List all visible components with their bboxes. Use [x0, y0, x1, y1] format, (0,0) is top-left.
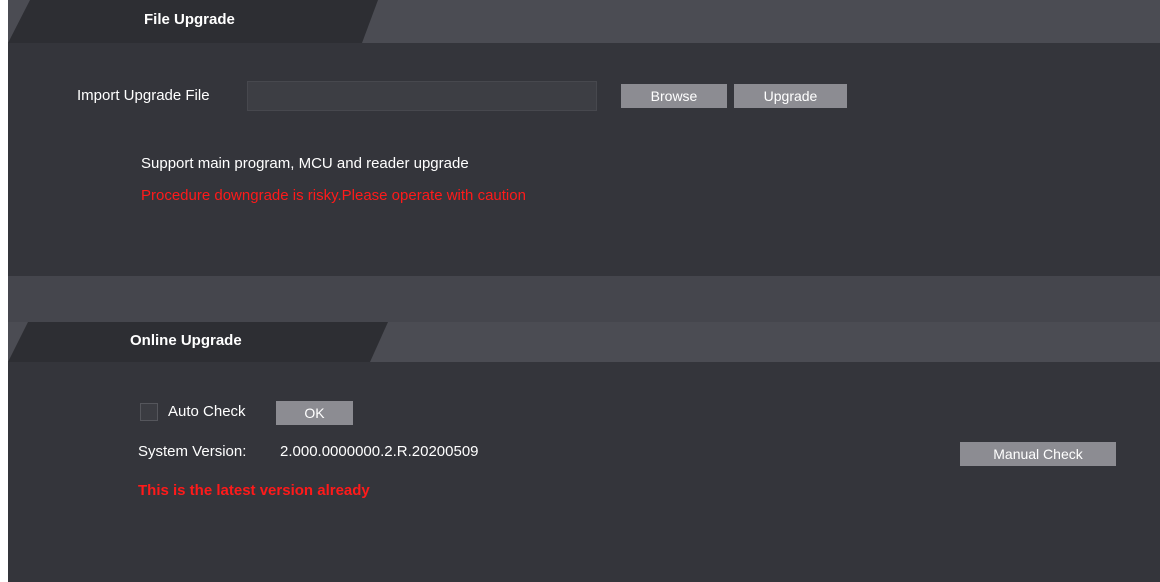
downgrade-warning-text: Procedure downgrade is risky.Please oper…	[141, 187, 526, 204]
upgrade-file-path-input[interactable]	[247, 81, 597, 111]
system-version-label: System Version:	[138, 443, 247, 460]
upgrade-page: File Upgrade Import Upgrade File Browse …	[0, 0, 1160, 582]
section-spacer	[8, 276, 1160, 322]
import-upgrade-file-label: Import Upgrade File	[77, 87, 210, 104]
auto-check-label: Auto Check	[168, 403, 246, 420]
support-info-text: Support main program, MCU and reader upg…	[141, 155, 469, 172]
online-upgrade-panel: Online Upgrade Auto Check OK System Vers…	[8, 322, 1160, 582]
file-upgrade-title: File Upgrade	[144, 11, 235, 28]
file-upgrade-panel: File Upgrade Import Upgrade File Browse …	[8, 0, 1160, 276]
upgrade-button[interactable]: Upgrade	[734, 84, 847, 108]
online-upgrade-title: Online Upgrade	[130, 332, 242, 349]
system-version-value: 2.000.0000000.2.R.20200509	[280, 443, 479, 460]
manual-check-button[interactable]: Manual Check	[960, 442, 1116, 466]
version-status-text: This is the latest version already	[138, 482, 370, 499]
auto-check-checkbox[interactable]	[140, 403, 158, 421]
ok-button[interactable]: OK	[276, 401, 353, 425]
browse-button[interactable]: Browse	[621, 84, 727, 108]
